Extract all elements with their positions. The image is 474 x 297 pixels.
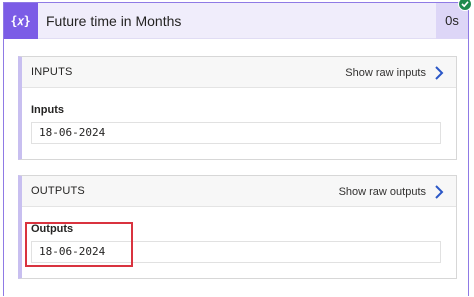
outputs-section-header: OUTPUTS Show raw outputs <box>22 176 456 207</box>
inputs-section-body: Inputs 18-06-2024 <box>22 88 456 159</box>
expression-icon-glyph: {𝑥} <box>10 13 32 28</box>
inputs-section-title: INPUTS <box>31 66 73 78</box>
checkmark-icon <box>461 1 469 8</box>
expression-icon: {𝑥} <box>4 3 38 39</box>
success-check-icon <box>458 0 472 11</box>
chevron-right-icon <box>435 65 444 80</box>
inputs-section: INPUTS Show raw inputs Inputs 18-06-2024 <box>18 56 457 160</box>
show-raw-outputs-label: Show raw outputs <box>338 185 426 198</box>
action-title: Future time in Months <box>46 13 182 29</box>
show-raw-inputs-link[interactable]: Show raw inputs <box>345 57 444 88</box>
action-header[interactable]: {𝑥} Future time in Months 0s <box>4 3 468 39</box>
inputs-field-label: Inputs <box>31 104 64 116</box>
highlight-annotation-box <box>25 222 133 267</box>
chevron-right-icon <box>435 184 444 199</box>
inputs-section-header: INPUTS Show raw inputs <box>22 57 456 88</box>
show-raw-outputs-link[interactable]: Show raw outputs <box>339 176 444 207</box>
outputs-section-title: OUTPUTS <box>31 185 85 197</box>
show-raw-inputs-label: Show raw inputs <box>345 66 426 79</box>
inputs-field-value[interactable]: 18-06-2024 <box>31 122 441 144</box>
